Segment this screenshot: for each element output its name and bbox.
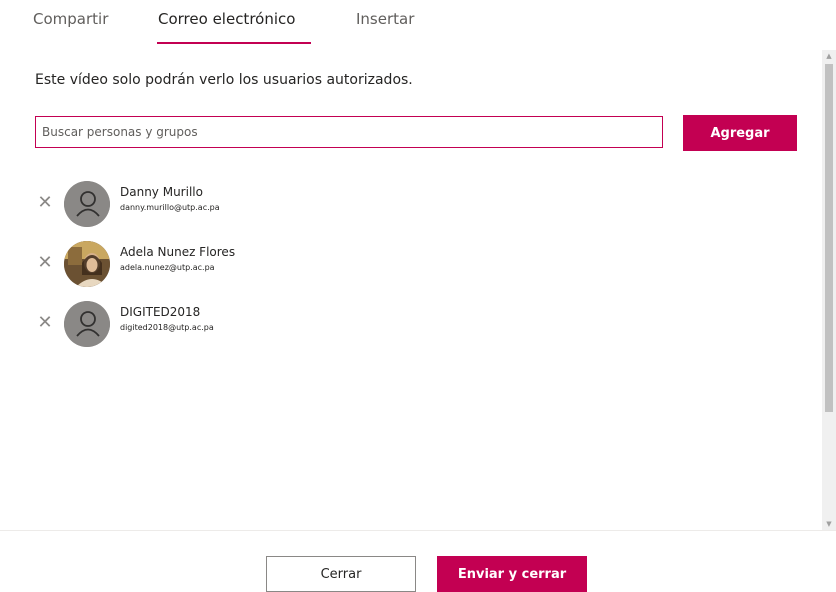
person-name: Adela Nunez Flores (120, 245, 236, 259)
person-list-item: ✕ DIGITED2018 digited2018@utp.ac.pa (35, 301, 435, 351)
access-notice: Este vídeo solo podrán verlo los usuario… (35, 72, 413, 88)
person-placeholder-icon (64, 181, 110, 227)
person-name: DIGITED2018 (120, 305, 201, 319)
tab-correo-electronico[interactable]: Correo electrónico (158, 10, 295, 28)
tab-compartir[interactable]: Compartir (33, 10, 108, 28)
vertical-scrollbar[interactable]: ▲ ▼ (822, 50, 836, 530)
scroll-up-icon[interactable]: ▲ (822, 50, 836, 62)
tab-bar: Compartir Correo electrónico Insertar (0, 0, 836, 50)
add-button[interactable]: Agregar (683, 115, 797, 151)
profile-photo (64, 241, 110, 287)
email-share-panel: Este vídeo solo podrán verlo los usuario… (0, 50, 822, 530)
scroll-thumb[interactable] (825, 64, 833, 412)
scroll-down-icon[interactable]: ▼ (822, 518, 836, 530)
person-placeholder-icon (64, 301, 110, 347)
person-email: digited2018@utp.ac.pa (120, 323, 214, 332)
person-list-item: ✕ Adela Nunez Flores adela.nunez@utp.ac.… (35, 241, 435, 291)
footer-divider (0, 530, 836, 531)
remove-icon[interactable]: ✕ (35, 313, 55, 333)
tab-insertar[interactable]: Insertar (356, 10, 414, 28)
remove-icon[interactable]: ✕ (35, 193, 55, 213)
search-people-input[interactable] (35, 116, 663, 148)
active-tab-indicator (157, 42, 311, 44)
remove-icon[interactable]: ✕ (35, 253, 55, 273)
person-email: danny.murillo@utp.ac.pa (120, 203, 220, 212)
person-list-item: ✕ Danny Murillo danny.murillo@utp.ac.pa (35, 181, 435, 231)
person-name: Danny Murillo (120, 185, 203, 199)
person-email: adela.nunez@utp.ac.pa (120, 263, 215, 272)
